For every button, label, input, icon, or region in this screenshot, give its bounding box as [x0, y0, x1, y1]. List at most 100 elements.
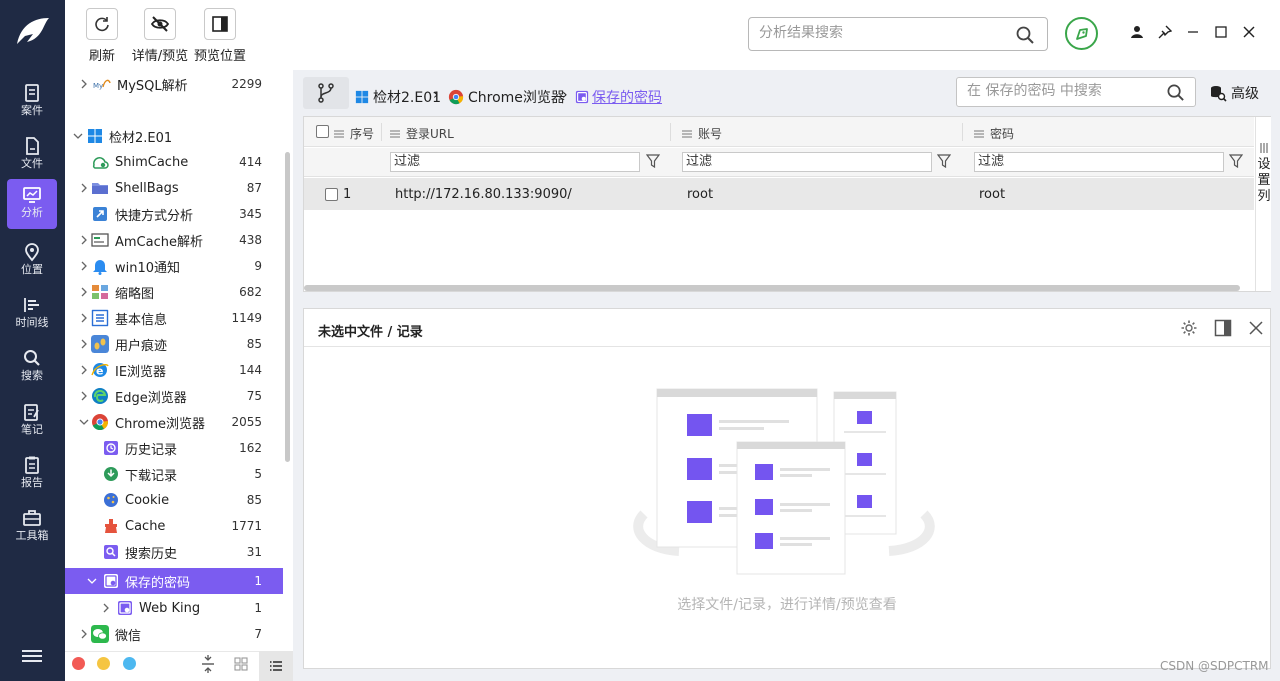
grid-view-icon[interactable]	[234, 657, 248, 671]
tree-item-evidence[interactable]: 检材2.E01	[65, 123, 283, 149]
user-icon[interactable]	[1129, 24, 1145, 40]
breadcrumb-saved-passwords[interactable]: 保存的密码	[575, 87, 662, 107]
chevron-right-icon[interactable]	[79, 261, 89, 271]
tag-button[interactable]	[1065, 17, 1098, 50]
chevron-right-icon[interactable]	[79, 391, 89, 401]
chevron-right-icon[interactable]	[79, 629, 89, 639]
preview-position-button[interactable]: 预览位置	[192, 8, 248, 64]
tree-item-cache[interactable]: Cache 1771	[65, 513, 283, 539]
set-columns-button[interactable]: 设置列	[1255, 117, 1271, 291]
collapse-all-icon[interactable]	[201, 655, 215, 673]
maximize-icon[interactable]	[1213, 24, 1229, 40]
rail-notes[interactable]: 笔记	[7, 396, 57, 446]
tree-item-downloads[interactable]: 下载记录 5	[65, 461, 283, 487]
hamburger-menu-icon[interactable]	[22, 648, 42, 664]
tree-item-wechat[interactable]: 微信 7	[65, 621, 283, 647]
chevron-right-icon[interactable]	[79, 235, 89, 245]
tree-item-chrome[interactable]: Chrome浏览器 2055	[65, 409, 283, 435]
column-header-account[interactable]: 账号	[682, 125, 722, 142]
column-header-password[interactable]: 密码	[974, 125, 1014, 142]
list-view-button[interactable]	[259, 651, 293, 681]
close-icon[interactable]	[1247, 319, 1265, 337]
tree-item-web-king[interactable]: Web King 1	[65, 595, 283, 621]
search-icon[interactable]	[1015, 25, 1035, 45]
split-panel-icon[interactable]	[1214, 319, 1232, 337]
column-header-url[interactable]: 登录URL	[390, 125, 454, 142]
rail-analysis[interactable]: 分析	[7, 179, 57, 229]
rail-location[interactable]: 位置	[7, 236, 57, 286]
pin-icon[interactable]	[1157, 24, 1173, 40]
tree-item-saved-passwords[interactable]: 保存的密码 1	[65, 568, 283, 594]
chevron-right-icon[interactable]	[79, 339, 89, 349]
filter-funnel-icon[interactable]	[646, 154, 660, 168]
chevron-down-icon[interactable]	[87, 576, 97, 586]
password-filter-input[interactable]: 过滤	[974, 152, 1224, 172]
search-icon[interactable]	[1166, 83, 1185, 102]
tag-icon	[1075, 27, 1088, 40]
tree-scrollbar[interactable]	[285, 152, 290, 462]
tree-item-amcache[interactable]: AmCache解析 438	[65, 227, 283, 253]
rail-toolbox[interactable]: 工具箱	[7, 502, 57, 552]
tree-item-basic-info[interactable]: 基本信息 1149	[65, 305, 283, 331]
cell-password: root	[979, 187, 1006, 202]
tree-item-ie[interactable]: e IE浏览器 144	[65, 357, 283, 383]
nav-rail: 案件 文件 分析 位置 时间线 搜索 笔记 报告 工具箱	[0, 0, 65, 681]
column-menu-icon	[390, 130, 400, 137]
rail-search[interactable]: 搜索	[7, 342, 57, 392]
filter-row: 过滤 过滤 过滤	[304, 148, 1254, 177]
password-search-input[interactable]	[967, 78, 1162, 104]
tree-item-user-traces[interactable]: 用户痕迹 85	[65, 331, 283, 357]
rail-report[interactable]: 报告	[7, 449, 57, 499]
timeline-icon	[24, 298, 39, 312]
detail-title: 未选中文件 / 记录	[318, 325, 423, 340]
chevron-down-icon[interactable]	[73, 131, 83, 141]
rail-timeline[interactable]: 时间线	[7, 289, 57, 339]
chrome-browser-icon	[448, 89, 464, 105]
tree-item-shellbags[interactable]: ShellBags 87	[65, 175, 283, 201]
close-icon[interactable]	[1241, 24, 1257, 40]
url-filter-input[interactable]: 过滤	[390, 152, 640, 172]
rail-file[interactable]: 文件	[7, 130, 57, 180]
column-header-index[interactable]: 序号	[334, 125, 374, 142]
tree-item-search-history[interactable]: 搜索历史 31	[65, 539, 283, 565]
tree-item-mysql[interactable]: My MySQL解析 2299	[65, 71, 283, 97]
branch-button[interactable]	[303, 77, 349, 109]
chevron-right-icon[interactable]	[101, 603, 111, 613]
refresh-button[interactable]: 刷新	[85, 8, 119, 64]
breadcrumb-evidence[interactable]: 检材2.E01	[355, 87, 441, 107]
chevron-right-icon[interactable]	[79, 287, 89, 297]
folder-icon	[92, 183, 108, 194]
table-row[interactable]: 1 http://172.16.80.133:9090/ root root	[304, 178, 1254, 210]
chevron-right-icon[interactable]	[79, 183, 89, 193]
chevron-right-icon[interactable]	[79, 365, 89, 375]
chevron-right-icon[interactable]	[79, 313, 89, 323]
empty-state-illustration	[633, 388, 935, 575]
tree-item-cookie[interactable]: Cookie 85	[65, 487, 283, 513]
tree-item-thumbnails[interactable]: 缩略图 682	[65, 279, 283, 305]
select-all-checkbox[interactable]	[316, 125, 329, 138]
rail-case[interactable]: 案件	[7, 77, 57, 127]
red-dot	[72, 657, 85, 670]
tree-item-edge[interactable]: Edge浏览器 75	[65, 383, 283, 409]
tree-item-shimcache[interactable]: ShimCache 414	[65, 149, 283, 175]
gear-icon[interactable]	[1180, 319, 1198, 337]
details-preview-button[interactable]: 详情/预览	[130, 8, 190, 64]
row-checkbox[interactable]	[325, 188, 338, 201]
tree-item-history[interactable]: 历史记录 162	[65, 435, 283, 461]
chevron-down-icon[interactable]	[79, 417, 89, 427]
analysis-search-input[interactable]	[759, 18, 1009, 48]
results-table: 序号 登录URL 账号 密码 过滤 过滤 过滤 1 http://172.16.…	[303, 116, 1271, 292]
refresh-icon	[95, 17, 109, 32]
advanced-search-button[interactable]: 高级	[1209, 83, 1259, 103]
filter-funnel-icon[interactable]	[1229, 154, 1243, 168]
tree-item-win10-notify[interactable]: win10通知 9	[65, 253, 283, 279]
password-icon	[118, 601, 132, 615]
minimize-icon[interactable]	[1185, 24, 1201, 40]
table-horizontal-scrollbar[interactable]	[304, 285, 1240, 291]
breadcrumb-chrome[interactable]: Chrome浏览器	[448, 87, 565, 107]
toolbox-icon	[23, 510, 41, 526]
account-filter-input[interactable]: 过滤	[682, 152, 932, 172]
tree-item-shortcuts[interactable]: 快捷方式分析 345	[65, 201, 283, 227]
filter-funnel-icon[interactable]	[937, 154, 951, 168]
chevron-right-icon[interactable]	[79, 79, 89, 89]
